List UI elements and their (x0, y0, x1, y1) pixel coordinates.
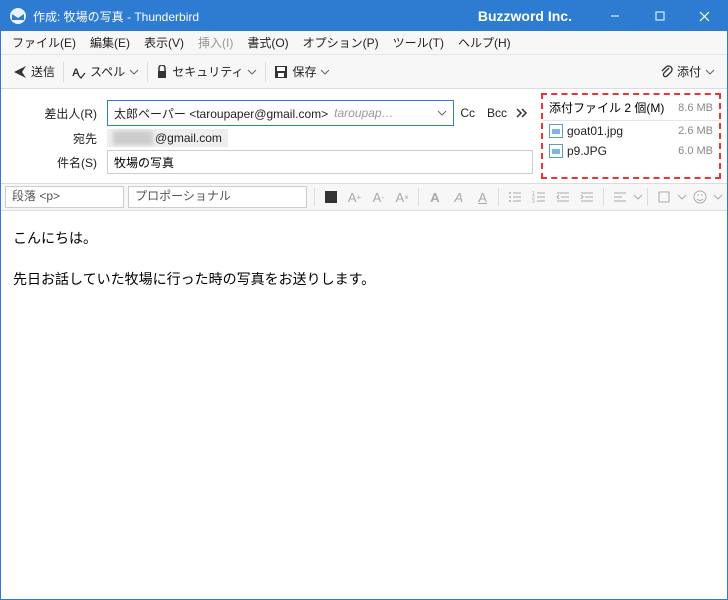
chevron-down-icon (705, 67, 715, 77)
spell-button[interactable]: A スペル (66, 59, 145, 84)
menu-file[interactable]: ファイル(E) (5, 32, 83, 53)
from-select[interactable]: 太郎ペーパー <taroupaper@gmail.com> taroupap… (107, 100, 454, 126)
compose-toolbar: 送信 A スペル セキュリティ 保存 添付 (1, 55, 727, 89)
paperclip-icon (659, 64, 673, 80)
to-label: 宛先 (9, 130, 107, 147)
bullet-list-button[interactable] (504, 186, 526, 208)
headers-area: 差出人(R) 太郎ペーパー <taroupaper@gmail.com> tar… (1, 89, 727, 183)
to-recipient-pill[interactable]: xxxx@gmail.com (107, 129, 228, 147)
chevron-down-icon (677, 192, 687, 202)
attachments-panel: 添付ファイル 2 個(M) 8.6 MB goat01.jpg 2.6 MB p… (541, 93, 721, 179)
menu-tools[interactable]: ツール(T) (386, 32, 451, 53)
cc-button[interactable]: Cc (454, 102, 481, 124)
from-label: 差出人(R) (9, 105, 107, 122)
emoji-button[interactable] (689, 186, 711, 208)
indent-button[interactable] (576, 186, 598, 208)
increase-size-button[interactable]: A+ (344, 186, 366, 208)
menu-view[interactable]: 表示(V) (137, 32, 191, 53)
attachment-size: 6.0 MB (678, 145, 713, 157)
menu-bar: ファイル(E) 編集(E) 表示(V) 挿入(I) 書式(O) オプション(P)… (1, 31, 727, 55)
to-field[interactable]: xxxx@gmail.com (107, 129, 533, 147)
send-label: 送信 (31, 63, 55, 80)
save-icon (274, 65, 288, 79)
attach-button[interactable]: 添付 (653, 59, 721, 84)
security-label: セキュリティ (172, 63, 243, 80)
send-icon (13, 65, 27, 79)
menu-help[interactable]: ヘルプ(H) (451, 32, 518, 53)
chevron-down-icon (129, 67, 139, 77)
image-file-icon (549, 144, 563, 158)
attachment-name: goat01.jpg (567, 124, 623, 138)
chevron-down-icon (713, 192, 723, 202)
underline-button[interactable]: A (472, 186, 494, 208)
body-line: こんにちは。 (13, 225, 715, 252)
align-button[interactable] (609, 186, 631, 208)
title-bar: 作成: 牧場の写真 - Thunderbird Buzzword Inc. (1, 1, 727, 31)
decrease-size-button[interactable]: A- (367, 186, 389, 208)
save-label: 保存 (292, 63, 316, 80)
attachment-size: 2.6 MB (678, 125, 713, 137)
chevron-down-icon (247, 67, 257, 77)
menu-format[interactable]: 書式(O) (240, 32, 295, 53)
text-color-button[interactable] (320, 186, 342, 208)
bold-button[interactable]: A (424, 186, 446, 208)
maximize-button[interactable] (637, 1, 682, 31)
brand-label: Buzzword Inc. (478, 8, 572, 24)
menu-options[interactable]: オプション(P) (296, 32, 386, 53)
svg-text:3: 3 (532, 199, 535, 204)
body-line: 先日お話していた牧場に行った時の写真をお送りします。 (13, 266, 715, 293)
format-toolbar: 段落 <p> プロポーショナル A+ A- A× A A A 123 (1, 183, 727, 211)
menu-edit[interactable]: 編集(E) (83, 32, 137, 53)
security-button[interactable]: セキュリティ (150, 59, 263, 84)
close-button[interactable] (682, 1, 727, 31)
bcc-button[interactable]: Bcc (481, 102, 513, 124)
attachment-item[interactable]: goat01.jpg 2.6 MB (543, 121, 719, 141)
chevron-down-icon (633, 192, 643, 202)
chevron-down-icon (437, 108, 447, 118)
attachments-header[interactable]: 添付ファイル 2 個(M) 8.6 MB (543, 95, 719, 121)
attachment-item[interactable]: p9.JPG 6.0 MB (543, 141, 719, 161)
save-button[interactable]: 保存 (268, 59, 336, 84)
svg-text:A: A (72, 67, 80, 79)
clear-format-button[interactable]: A× (391, 186, 413, 208)
attachment-name: p9.JPG (567, 144, 607, 158)
from-identity-extra: taroupap… (334, 106, 393, 120)
attachments-total-size: 8.6 MB (678, 102, 713, 114)
spell-icon: A (72, 65, 86, 79)
send-button[interactable]: 送信 (7, 59, 61, 84)
subject-input[interactable] (107, 150, 533, 174)
minimize-button[interactable] (592, 1, 637, 31)
message-body[interactable]: こんにちは。 先日お話していた牧場に行った時の写真をお送りします。 (1, 211, 727, 306)
attachments-count-label: 添付ファイル 2 個(M) (549, 99, 664, 116)
expand-recipients-button[interactable] (513, 107, 533, 119)
image-file-icon (549, 124, 563, 138)
insert-button[interactable] (653, 186, 675, 208)
from-value: 太郎ペーパー <taroupaper@gmail.com> (114, 105, 328, 122)
paragraph-style-select[interactable]: 段落 <p> (5, 186, 124, 208)
lock-icon (156, 65, 168, 79)
chevron-down-icon (320, 67, 330, 77)
chevron-double-right-icon (516, 107, 530, 119)
spell-label: スペル (90, 63, 125, 80)
number-list-button[interactable]: 123 (528, 186, 550, 208)
italic-button[interactable]: A (448, 186, 470, 208)
font-family-select[interactable]: プロポーショナル (128, 186, 307, 208)
window-title: 作成: 牧場の写真 - Thunderbird (33, 8, 199, 25)
menu-insert[interactable]: 挿入(I) (191, 32, 240, 53)
outdent-button[interactable] (552, 186, 574, 208)
subject-label: 件名(S) (9, 154, 107, 171)
attach-label: 添付 (677, 63, 701, 80)
app-icon (9, 7, 27, 25)
